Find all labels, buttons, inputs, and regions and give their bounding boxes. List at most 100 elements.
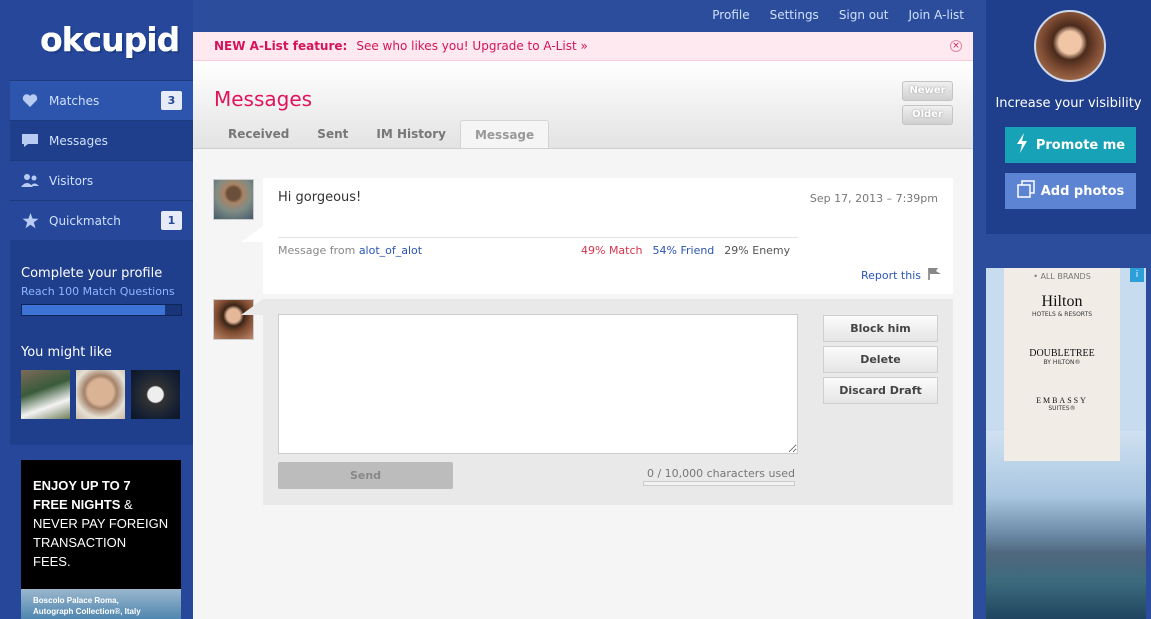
promote-me-button[interactable]: Promote me (1005, 127, 1136, 163)
ad-left-text: ENJOY UP TO 7 FREE NIGHTS & NEVER PAY FO… (33, 476, 169, 571)
sidebar-item-messages[interactable]: Messages (10, 120, 193, 160)
match-questions-link[interactable]: Reach 100 Match Questions (21, 285, 182, 298)
match-stats: 49% Match 54% Friend 29% Enemy (581, 244, 790, 257)
report-link[interactable]: Report this (861, 267, 943, 284)
sidebar-item-label: Visitors (49, 173, 94, 188)
sign-out-link[interactable]: Sign out (839, 8, 889, 22)
friend-percent: 54% Friend (652, 244, 715, 257)
ad-hilton-sub: HOTELS & RESORTS (1031, 311, 1093, 318)
you-might-like-title: You might like (21, 345, 112, 360)
ad-brand-box: • ALL BRANDS Hilton HOTELS & RESORTS DOU… (1004, 268, 1120, 461)
sender-username-link[interactable]: alot_of_alot (359, 244, 422, 257)
message-from: Message from alot_of_alot (278, 244, 422, 257)
reply-panel: Send 0 / 10,000 characters used Block hi… (263, 299, 953, 505)
match-percent: 49% Match (581, 244, 643, 257)
ad-embassy: EMBASSY (1036, 396, 1088, 405)
upgrade-link[interactable]: See who likes you! Upgrade to A-List » (356, 39, 587, 53)
sidebar-item-label: Matches (49, 93, 100, 108)
reply-actions: Block him Delete Discard Draft (823, 315, 938, 408)
close-icon[interactable]: × (950, 40, 962, 52)
ad-doubletree: DOUBLETREE (1029, 348, 1095, 359)
tab-im-history[interactable]: IM History (362, 120, 460, 148)
discard-draft-button[interactable]: Discard Draft (823, 377, 938, 404)
profile-link[interactable]: Profile (712, 8, 749, 22)
send-button[interactable]: Send (278, 462, 453, 489)
logo-text: okcupid (40, 20, 180, 59)
older-button[interactable]: Older (902, 105, 953, 125)
message-divider (278, 237, 798, 238)
message-date: Sep 17, 2013 – 7:39pm (809, 192, 938, 205)
complete-profile-title: Complete your profile (21, 266, 163, 281)
sidebar-item-matches[interactable]: Matches 3 (10, 80, 193, 120)
lightning-icon (1016, 133, 1028, 157)
left-advertisement[interactable]: ENJOY UP TO 7 FREE NIGHTS & NEVER PAY FO… (21, 460, 181, 619)
flag-icon (927, 267, 943, 284)
message-bubble-tail (241, 226, 263, 242)
ad-line: ENJOY UP TO 7 (33, 478, 131, 493)
suggestion-avatar[interactable] (131, 370, 180, 419)
heart-icon (21, 92, 39, 110)
suggestion-avatar[interactable] (21, 370, 70, 419)
promote-label: Promote me (1035, 137, 1126, 153)
notice-label: NEW A-List feature: (214, 39, 348, 53)
okcupid-logo[interactable]: okcupid (36, 20, 180, 66)
tab-sent[interactable]: Sent (303, 120, 362, 148)
ad-line: TRANSACTION (33, 535, 127, 550)
quickmatch-count-badge: 1 (161, 211, 182, 230)
character-counter: 0 / 10,000 characters used (646, 467, 795, 480)
page-title: Messages (214, 87, 313, 111)
ad-line: FREE NIGHTS (33, 497, 121, 512)
profile-progress-fill (22, 305, 166, 315)
ad-left-caption: Boscolo Palace Roma, Autograph Collectio… (33, 595, 141, 617)
sidebar-item-quickmatch[interactable]: Quickmatch 1 (10, 200, 193, 240)
add-photos-label: Add photos (1040, 183, 1125, 199)
star-icon (21, 212, 39, 230)
sidebar-item-label: Quickmatch (49, 213, 121, 228)
ad-line: NEVER PAY FOREIGN (33, 516, 169, 531)
reply-textarea[interactable] (278, 314, 798, 454)
right-advertisement[interactable]: • ALL BRANDS Hilton HOTELS & RESORTS DOU… (986, 268, 1146, 619)
settings-link[interactable]: Settings (770, 8, 819, 22)
messages-header: Messages Received Sent IM History Messag… (193, 61, 973, 149)
main-content: NEW A-List feature: See who likes you! U… (193, 32, 973, 619)
suggestion-avatar[interactable] (76, 370, 125, 419)
user-avatar[interactable] (1034, 10, 1106, 82)
ad-caption-line: Autograph Collection®, Italy (33, 607, 141, 616)
tab-message[interactable]: Message (459, 120, 550, 148)
report-label: Report this (860, 269, 921, 282)
enemy-percent: 29% Enemy (724, 244, 791, 257)
sender-avatar[interactable] (213, 179, 254, 220)
tab-received[interactable]: Received (214, 120, 303, 148)
delete-button[interactable]: Delete (823, 346, 938, 373)
from-prefix: Message from (278, 244, 359, 257)
block-button[interactable]: Block him (823, 315, 938, 342)
ad-hilton: Hilton (1041, 293, 1083, 310)
received-message: Hi gorgeous! Sep 17, 2013 – 7:39pm Messa… (263, 178, 953, 294)
ad-all-brands: • ALL BRANDS (1033, 272, 1091, 281)
message-body: Hi gorgeous! (278, 190, 362, 205)
join-a-list-link[interactable]: Join A-list (908, 8, 964, 22)
adchoices-icon[interactable]: i (1130, 268, 1144, 282)
photos-icon (1016, 180, 1035, 202)
right-profile-panel: Increase your visibility Promote me Add … (986, 0, 1151, 234)
sidebar-item-visitors[interactable]: Visitors (10, 160, 193, 200)
ad-line: FEES. (33, 554, 71, 569)
ad-embassy-suites: SUITES® (1048, 405, 1076, 412)
character-counter-bar (643, 481, 795, 486)
message-tabs: Received Sent IM History Message (214, 120, 550, 148)
chat-bubble-icon (21, 132, 39, 150)
reply-bubble-tail (241, 299, 263, 315)
a-list-notice: NEW A-List feature: See who likes you! U… (193, 32, 973, 61)
suggestion-thumbnails (21, 370, 182, 419)
sidebar-item-label: Messages (49, 133, 108, 148)
message-pager: Newer Older (902, 81, 953, 129)
newer-button[interactable]: Newer (902, 81, 953, 101)
visibility-heading: Increase your visibility (995, 96, 1142, 111)
add-photos-button[interactable]: Add photos (1005, 173, 1136, 209)
people-icon (21, 172, 39, 190)
ad-caption-line: Boscolo Palace Roma, (33, 596, 119, 605)
left-sidebar: okcupid Matches 3 Messages Visitors Quic… (0, 0, 193, 619)
main-nav: Matches 3 Messages Visitors Quickmatch 1 (10, 80, 193, 240)
top-nav-links: Profile Settings Sign out Join A-list (712, 8, 964, 22)
matches-count-badge: 3 (161, 91, 182, 110)
